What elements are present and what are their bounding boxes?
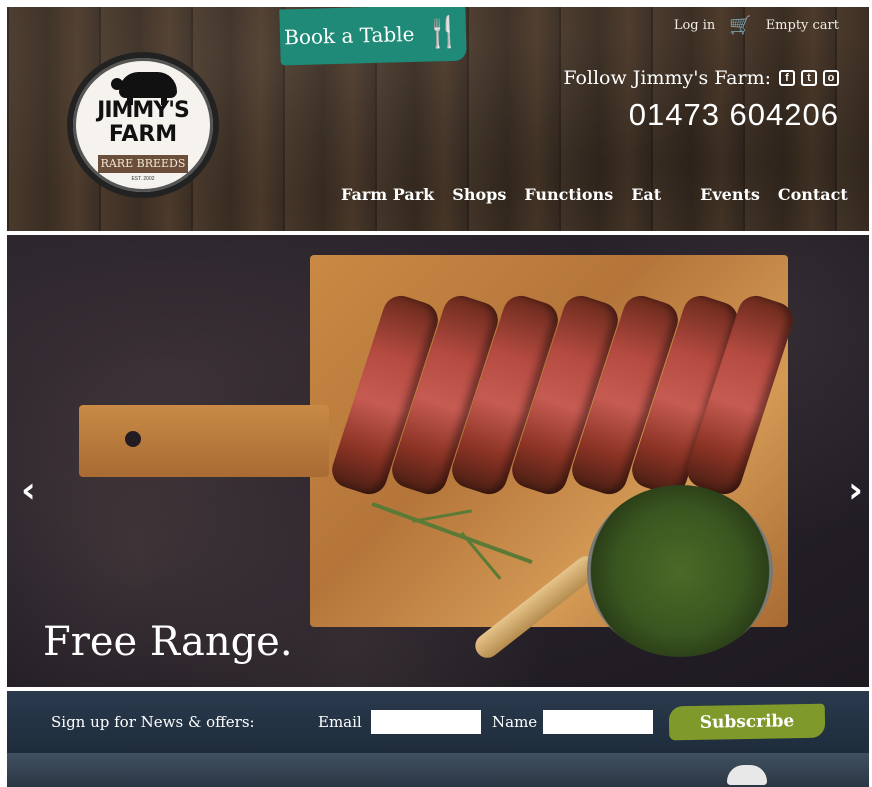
hero-caption: Free Range. bbox=[43, 619, 293, 665]
page-frame: Book a Table 🍴 Log in 🛒 Empty cart Follo… bbox=[7, 7, 869, 787]
pig-icon bbox=[111, 72, 177, 105]
nav-events[interactable]: Events bbox=[691, 185, 769, 204]
cart-link[interactable]: Empty cart bbox=[766, 18, 839, 33]
name-label: Name bbox=[492, 713, 538, 731]
site-logo[interactable]: JIMMY'S FARM RARE BREEDS EST. 2002 bbox=[67, 52, 219, 198]
herb-sauce-pan-image bbox=[587, 485, 773, 657]
cart-icon[interactable]: 🛒 bbox=[729, 15, 751, 36]
facebook-icon[interactable]: f bbox=[779, 70, 795, 86]
subscribe-button[interactable]: Subscribe bbox=[668, 703, 826, 741]
logo-line-2: FARM bbox=[108, 122, 178, 147]
follow-bar: Follow Jimmy's Farm: f t o bbox=[563, 67, 839, 89]
slider-next-icon[interactable]: › bbox=[848, 470, 863, 511]
hero-slider: Free Range. ‹ › bbox=[7, 235, 869, 687]
nav-functions[interactable]: Functions bbox=[515, 185, 622, 204]
nav-farm-park[interactable]: Farm Park bbox=[332, 185, 443, 204]
nav-shops[interactable]: Shops bbox=[443, 185, 515, 204]
login-link[interactable]: Log in bbox=[674, 18, 715, 33]
handle-hole bbox=[125, 431, 141, 447]
cutlery-icon: 🍴 bbox=[423, 14, 463, 51]
logo-band: RARE BREEDS bbox=[98, 155, 188, 173]
nav-eat[interactable]: Eat bbox=[622, 185, 691, 204]
social-icons: f t o bbox=[779, 70, 839, 86]
account-links: Log in 🛒 Empty cart bbox=[674, 15, 839, 36]
follow-label: Follow Jimmy's Farm: bbox=[563, 67, 771, 89]
site-header: Book a Table 🍴 Log in 🛒 Empty cart Follo… bbox=[7, 7, 869, 231]
email-field[interactable] bbox=[371, 710, 481, 734]
logo-small-text: EST. 2002 bbox=[131, 176, 155, 182]
main-nav: Farm Park Shops Functions Eat Events Con… bbox=[332, 185, 857, 204]
book-table-button[interactable]: Book a Table 🍴 bbox=[279, 7, 467, 66]
newsletter-label: Sign up for News & offers: bbox=[51, 713, 255, 731]
slider-prev-icon[interactable]: ‹ bbox=[21, 470, 36, 511]
email-label: Email bbox=[318, 713, 362, 731]
preview-shape bbox=[727, 765, 767, 785]
book-table-label: Book a Table bbox=[283, 21, 415, 50]
newsletter-bar: Sign up for News & offers: Email Name Su… bbox=[7, 691, 869, 753]
instagram-icon[interactable]: o bbox=[823, 70, 839, 86]
nav-contact[interactable]: Contact bbox=[769, 185, 857, 204]
logo-line-1: JIMMY'S bbox=[97, 98, 190, 123]
board-handle-image bbox=[79, 405, 329, 477]
name-field[interactable] bbox=[543, 710, 653, 734]
twitter-icon[interactable]: t bbox=[801, 70, 817, 86]
phone-number: 01473 604206 bbox=[628, 97, 839, 132]
next-section-preview bbox=[7, 753, 869, 787]
